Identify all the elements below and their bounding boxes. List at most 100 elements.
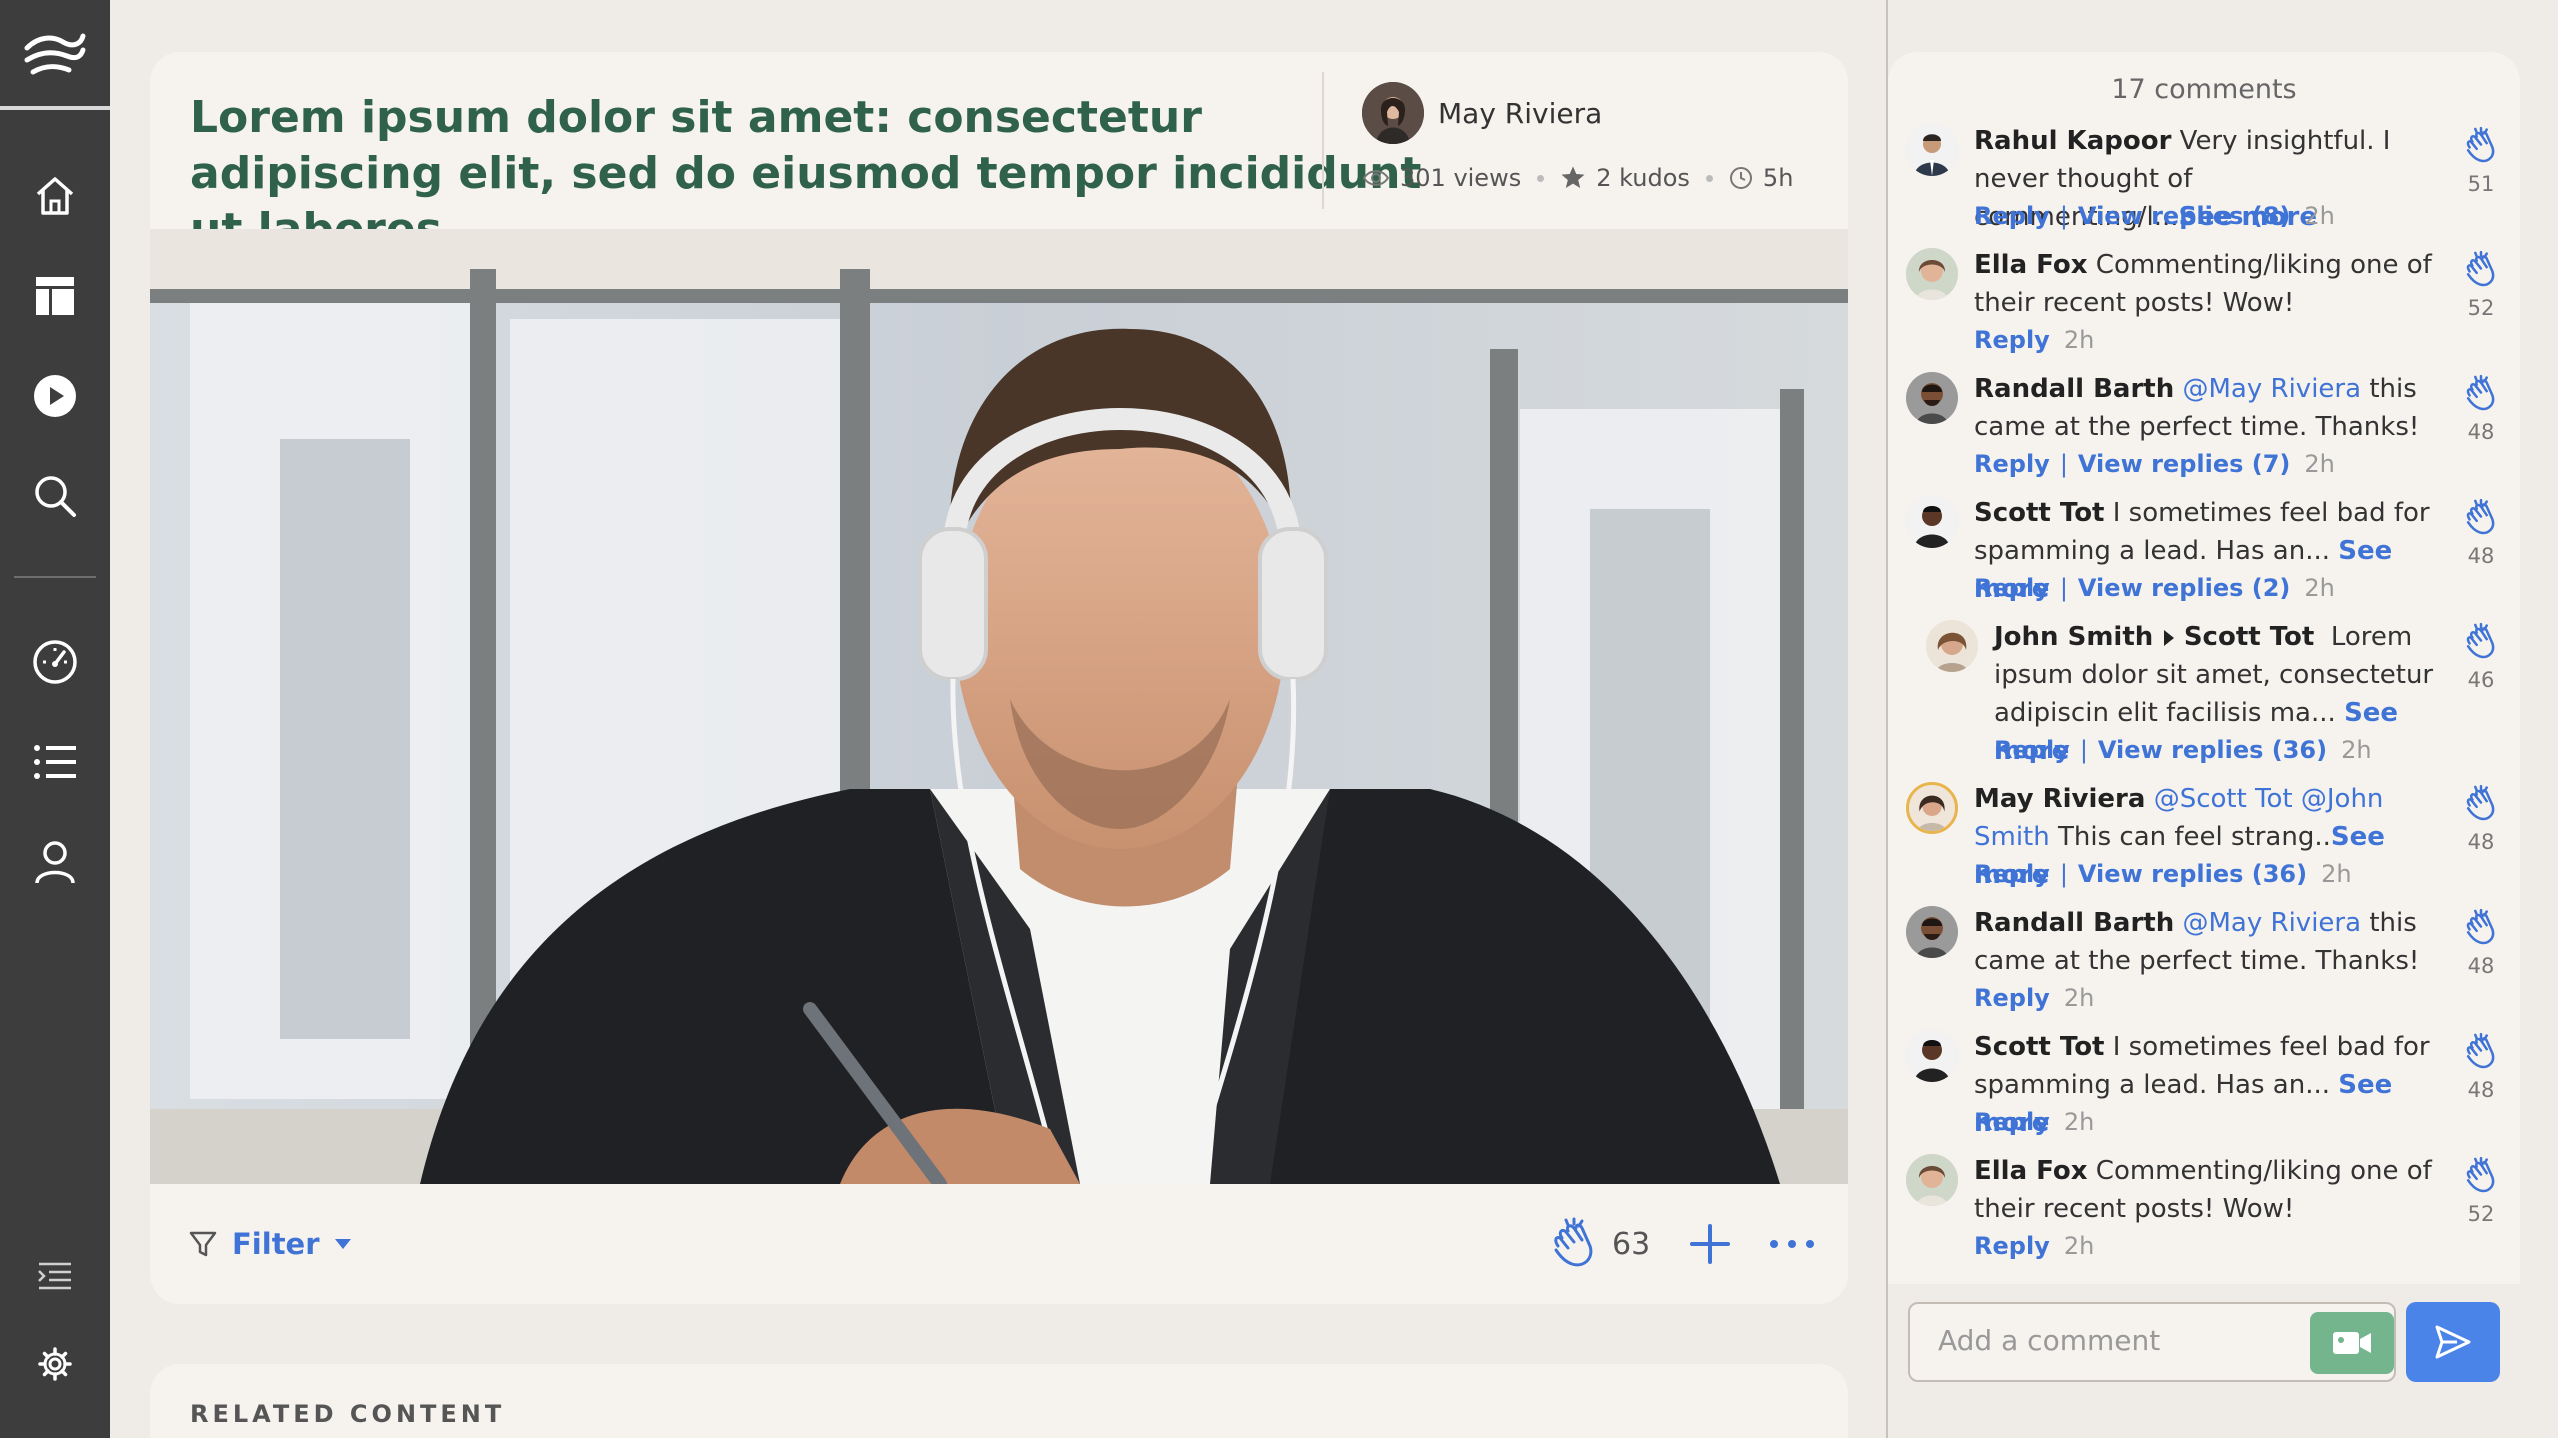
caret-down-icon[interactable] xyxy=(334,1238,352,1250)
settings-icon[interactable] xyxy=(25,1334,85,1394)
comment-clap[interactable]: 48 xyxy=(2456,372,2506,444)
logo-icon[interactable] xyxy=(0,0,110,110)
comment-actions: Reply | View replies (36) 2h xyxy=(1994,736,2372,764)
comment-text: Ella Fox Commenting/liking one of their … xyxy=(1974,1156,2432,1224)
comment-clap[interactable]: 51 xyxy=(2456,124,2506,196)
list-icon[interactable] xyxy=(25,732,85,792)
author-name[interactable]: May Riviera xyxy=(1438,97,1602,130)
profile-icon[interactable] xyxy=(25,832,85,892)
clap-icon[interactable] xyxy=(2461,1154,2501,1198)
video-button[interactable] xyxy=(2310,1312,2394,1374)
comment-clap-count: 52 xyxy=(2467,1202,2495,1226)
comment-clap[interactable]: 52 xyxy=(2456,1154,2506,1226)
post-image[interactable] xyxy=(150,229,1848,1184)
comment-clap[interactable]: 48 xyxy=(2456,906,2506,978)
reply-link[interactable]: Reply xyxy=(1974,1108,2050,1136)
comment-clap-count: 46 xyxy=(2467,668,2495,692)
reply-link[interactable]: Reply xyxy=(1974,1232,2050,1260)
reply-to-author[interactable]: Scott Tot xyxy=(2184,622,2314,652)
comment-author[interactable]: Rahul Kapoor xyxy=(1974,126,2171,156)
add-button[interactable] xyxy=(1680,1214,1740,1274)
dashboard-icon[interactable] xyxy=(25,632,85,692)
comment-clap[interactable]: 48 xyxy=(2456,782,2506,854)
more-options-button[interactable] xyxy=(1762,1214,1822,1274)
send-button[interactable] xyxy=(2406,1302,2500,1382)
comment-clap-count: 48 xyxy=(2467,830,2495,854)
clap-icon[interactable] xyxy=(2461,248,2501,292)
comment-author[interactable]: Scott Tot xyxy=(1974,498,2104,528)
mention-link[interactable]: @May Riviera xyxy=(2183,374,2362,404)
comment-clap[interactable]: 48 xyxy=(2456,1030,2506,1102)
clap-button[interactable]: 63 xyxy=(1546,1184,1650,1304)
avatar[interactable] xyxy=(1906,782,1958,834)
post-author[interactable]: May Riviera xyxy=(1362,82,1602,144)
comment-age: 2h xyxy=(2304,574,2335,602)
reply-link[interactable]: Reply xyxy=(1974,860,2050,888)
more-icon[interactable] xyxy=(1768,1238,1816,1250)
reply-link[interactable]: Reply xyxy=(1994,736,2070,764)
layout-icon[interactable] xyxy=(25,266,85,326)
view-replies-link[interactable]: View replies (7) xyxy=(2078,450,2290,478)
send-icon[interactable] xyxy=(2433,1322,2473,1362)
star-icon xyxy=(1561,166,1585,188)
comment-author[interactable]: John Smith xyxy=(1994,622,2153,652)
post-card: Lorem ipsum dolor sit amet: consectetur … xyxy=(150,52,1848,1304)
clap-icon[interactable] xyxy=(2461,1030,2501,1074)
view-replies-link[interactable]: View replies (36) xyxy=(2078,860,2307,888)
post-footer: Filter 63 xyxy=(150,1184,1848,1304)
kudos-count: 2 kudos xyxy=(1596,164,1690,192)
clap-icon[interactable] xyxy=(2461,906,2501,950)
post-header: Lorem ipsum dolor sit amet: consectetur … xyxy=(150,52,1848,255)
comment-author[interactable]: Randall Barth xyxy=(1974,374,2174,404)
comment-actions: Reply 2h xyxy=(1974,326,2094,354)
comment-author[interactable]: Ella Fox xyxy=(1974,250,2088,280)
avatar[interactable] xyxy=(1362,82,1424,144)
filter-label[interactable]: Filter xyxy=(232,1227,320,1261)
comment-text: Randall Barth @May Riviera this came at … xyxy=(1974,908,2420,976)
reply-link[interactable]: Reply xyxy=(1974,450,2050,478)
clap-icon[interactable] xyxy=(2461,620,2501,664)
comments-panel: 17 comments Rahul Kapoor Very insightful… xyxy=(1888,52,2520,1284)
reply-link[interactable]: Reply xyxy=(1974,202,2050,230)
play-icon[interactable] xyxy=(25,366,85,426)
comment-author[interactable]: May Riviera xyxy=(1974,784,2145,814)
avatar[interactable] xyxy=(1906,248,1958,300)
avatar[interactable] xyxy=(1906,906,1958,958)
comment-input-placeholder[interactable]: Add a comment xyxy=(1938,1324,2160,1357)
comment-actions: Reply 2h xyxy=(1974,1108,2094,1136)
comment-input[interactable]: Add a comment xyxy=(1908,1302,2396,1382)
home-icon[interactable] xyxy=(25,166,85,226)
avatar[interactable] xyxy=(1906,372,1958,424)
view-replies-link[interactable]: View replies (36) xyxy=(2098,736,2327,764)
comment-author[interactable]: Scott Tot xyxy=(1974,1032,2104,1062)
comment-clap[interactable]: 46 xyxy=(2456,620,2506,692)
clap-icon[interactable] xyxy=(2461,496,2501,540)
comment-clap[interactable]: 48 xyxy=(2456,496,2506,568)
mention-link[interactable]: @May Riviera xyxy=(2183,908,2362,938)
reply-link[interactable]: Reply xyxy=(1974,984,2050,1012)
menu-icon[interactable] xyxy=(25,1246,85,1306)
view-replies-link[interactable]: View replies (2) xyxy=(2078,574,2290,602)
avatar[interactable] xyxy=(1906,496,1958,548)
filter-button[interactable]: Filter xyxy=(188,1184,352,1304)
clap-icon[interactable] xyxy=(1546,1216,1602,1272)
search-icon[interactable] xyxy=(25,466,85,526)
avatar[interactable] xyxy=(1906,1154,1958,1206)
reply-link[interactable]: Reply xyxy=(1974,326,2050,354)
video-camera-icon[interactable] xyxy=(2332,1329,2372,1357)
header-divider xyxy=(1322,72,1324,209)
avatar[interactable] xyxy=(1906,124,1958,176)
comment-age: 2h xyxy=(2063,1232,2095,1260)
comment-author[interactable]: Ella Fox xyxy=(1974,1156,2088,1186)
avatar[interactable] xyxy=(1906,1030,1958,1082)
funnel-icon xyxy=(189,1231,217,1257)
clap-icon[interactable] xyxy=(2461,372,2501,416)
clap-icon[interactable] xyxy=(2461,124,2501,168)
comment-author[interactable]: Randall Barth xyxy=(1974,908,2174,938)
comment-clap[interactable]: 52 xyxy=(2456,248,2506,320)
plus-icon[interactable] xyxy=(1688,1222,1732,1266)
clap-icon[interactable] xyxy=(2461,782,2501,826)
reply-link[interactable]: Reply xyxy=(1974,574,2050,602)
view-replies-link[interactable]: View replies (8) xyxy=(2078,202,2290,230)
avatar[interactable] xyxy=(1926,620,1978,672)
